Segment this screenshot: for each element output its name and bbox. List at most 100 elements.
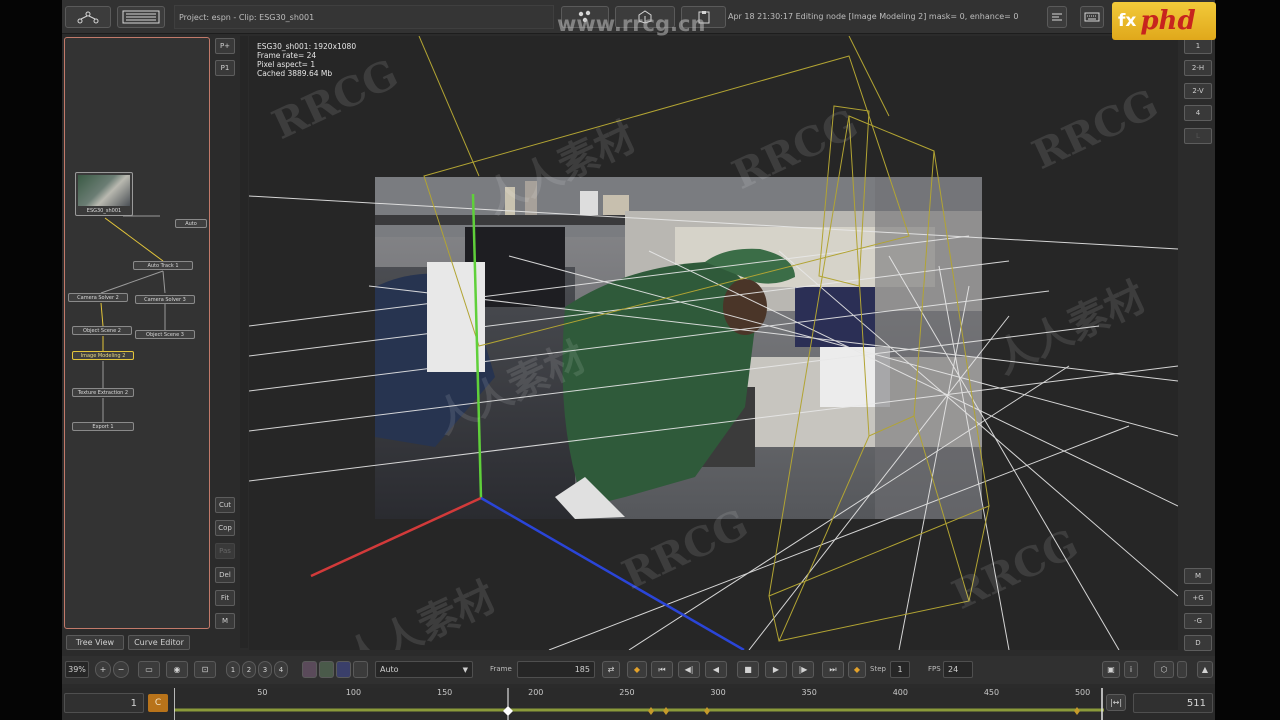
layout-2h-button[interactable]: 2-H <box>1184 60 1212 76</box>
cache-marker-button[interactable]: C <box>148 694 168 712</box>
fps-input[interactable]: 24 <box>943 661 973 678</box>
grow-button[interactable]: +G <box>1184 590 1212 606</box>
fit-view-button[interactable]: ▭ <box>138 661 160 678</box>
fit-button[interactable]: Fit <box>215 590 235 606</box>
delete-button[interactable]: Del <box>215 567 235 583</box>
layout-2v-button[interactable]: 2-V <box>1184 83 1212 99</box>
letterbox-left <box>0 0 62 720</box>
frame-input[interactable]: 185 <box>517 661 595 678</box>
display-d-button[interactable]: D <box>1184 635 1212 651</box>
text-align-button[interactable] <box>1047 6 1067 28</box>
fast-forward-button[interactable]: ⏭ <box>822 661 844 678</box>
node-image-modeling-2[interactable]: Image Modeling 2 <box>72 351 134 360</box>
fps-label: FPS <box>928 665 941 673</box>
layout-4-button[interactable]: 4 <box>1184 105 1212 121</box>
side-divider <box>240 36 248 648</box>
rewind-icon: ⏮ <box>658 664 666 674</box>
list-view-button[interactable] <box>117 6 165 28</box>
letterbox-right <box>1215 0 1280 720</box>
zoom-out-button[interactable]: − <box>113 661 129 678</box>
fast-forward-icon: ⏭ <box>829 664 837 674</box>
node-camera-solver-2[interactable]: Camera Solver 2 <box>68 293 128 302</box>
keyboard-icon <box>1084 12 1100 22</box>
step-back-icon: ◀| <box>684 665 694 674</box>
prev-key-button[interactable]: ◆ <box>627 661 647 678</box>
channel-blue-button[interactable] <box>336 661 351 678</box>
layout-l-button[interactable]: L <box>1184 128 1212 144</box>
start-frame-field[interactable]: 1 <box>64 693 144 713</box>
tab-curve-editor[interactable]: Curve Editor <box>128 635 190 650</box>
node-tree-button[interactable] <box>65 6 111 28</box>
range-icon: |↔| <box>1109 698 1123 707</box>
end-frame-field[interactable]: 511 <box>1133 693 1213 713</box>
paste-button[interactable]: Pas <box>215 543 235 559</box>
fxphd-logo: fx phd <box>1112 2 1216 40</box>
step-forward-button[interactable]: |▶ <box>792 661 814 678</box>
point-one-button[interactable]: P1 <box>215 60 235 76</box>
view-2-button[interactable]: 2 <box>242 661 256 678</box>
align-icon <box>1052 13 1062 21</box>
3d-view-button[interactable]: ⬡ <box>1154 661 1174 678</box>
play-icon: ▶ <box>772 665 780 674</box>
display-mode-select[interactable]: Auto ▼ <box>375 661 473 678</box>
channel-green-button[interactable] <box>319 661 334 678</box>
info-icon: i <box>1129 665 1133 674</box>
step-input[interactable]: 1 <box>890 661 910 678</box>
stop-button[interactable]: ■ <box>737 661 759 678</box>
axis-z <box>480 496 745 650</box>
channel-alpha-button[interactable] <box>353 661 368 678</box>
range-button[interactable]: |↔| <box>1106 694 1126 711</box>
snapshot-button[interactable]: ⊡ <box>194 661 216 678</box>
keyboard-button[interactable] <box>1080 6 1104 28</box>
chevron-down-icon: ▼ <box>462 665 468 674</box>
axis-x <box>310 496 482 578</box>
loop-button[interactable]: ⇄ <box>602 661 620 678</box>
project-label: Project: espn - Clip: ESG30_sh001 <box>174 5 554 29</box>
layout-toggle-button[interactable]: ▣ <box>1102 661 1120 678</box>
timeline-ruler[interactable]: 50 100 150 200 250 300 350 400 450 500 <box>174 688 1104 720</box>
node-camera-solver-3[interactable]: Camera Solver 3 <box>135 295 195 304</box>
clip-thumbnail <box>78 175 130 206</box>
node-texture-extraction[interactable]: Texture Extraction 2 <box>72 388 134 397</box>
channel-red-button[interactable] <box>302 661 317 678</box>
node-auto[interactable]: Auto <box>175 219 207 228</box>
clip-thumbnail-node[interactable]: ESG30_sh001 <box>75 172 133 216</box>
view-1-button[interactable]: 1 <box>226 661 240 678</box>
view-3-button[interactable]: 3 <box>258 661 272 678</box>
node-object-scene-3[interactable]: Object Scene 3 <box>135 330 195 339</box>
plus-icon: + <box>99 665 107 674</box>
copy-button[interactable]: Cop <box>215 520 235 536</box>
mode-m-button[interactable]: M <box>1184 568 1212 584</box>
shrink-button[interactable]: -G <box>1184 613 1212 629</box>
view-4-button[interactable]: 4 <box>274 661 288 678</box>
node-auto-track[interactable]: Auto Track 1 <box>133 261 193 270</box>
rewind-button[interactable]: ⏮ <box>651 661 673 678</box>
add-point-button[interactable]: P+ <box>215 38 235 54</box>
eye-icon: ◉ <box>173 665 181 674</box>
expand-button[interactable]: ▲ <box>1197 661 1213 678</box>
zoom-in-button[interactable]: + <box>95 661 111 678</box>
step-back-button[interactable]: ◀| <box>678 661 700 678</box>
info-button[interactable]: i <box>1124 661 1138 678</box>
zoom-level[interactable]: 39% <box>65 661 89 678</box>
3d-viewport[interactable]: ESG30_sh001: 1920x1080 Frame rate= 24 Pi… <box>249 36 1178 650</box>
frame-label: Frame <box>490 665 512 673</box>
cube-icon: ⬡ <box>1160 665 1168 674</box>
loop-icon: ⇄ <box>607 665 615 674</box>
node-graph-panel[interactable]: ESG30_sh001 Auto Auto Track 1 Camera Sol… <box>64 37 210 629</box>
play-button[interactable]: ▶ <box>765 661 787 678</box>
view-dot-button[interactable] <box>1177 661 1187 678</box>
timeline[interactable]: 1 C 50 100 150 200 250 300 350 400 450 5… <box>62 688 1215 720</box>
layout-1-button[interactable]: 1 <box>1184 38 1212 54</box>
node-export[interactable]: Export 1 <box>72 422 134 431</box>
window-icon: ▣ <box>1107 665 1115 674</box>
tab-tree-view[interactable]: Tree View <box>66 635 124 650</box>
view-eye-button[interactable]: ◉ <box>166 661 188 678</box>
play-back-button[interactable]: ◀ <box>705 661 727 678</box>
cut-button[interactable]: Cut <box>215 497 235 513</box>
step-label: Step <box>870 665 886 673</box>
node-object-scene-2[interactable]: Object Scene 2 <box>72 326 132 335</box>
menu-button[interactable]: M <box>215 613 235 629</box>
next-key-button[interactable]: ◆ <box>848 661 866 678</box>
play-reverse-icon: ◀ <box>712 665 720 674</box>
